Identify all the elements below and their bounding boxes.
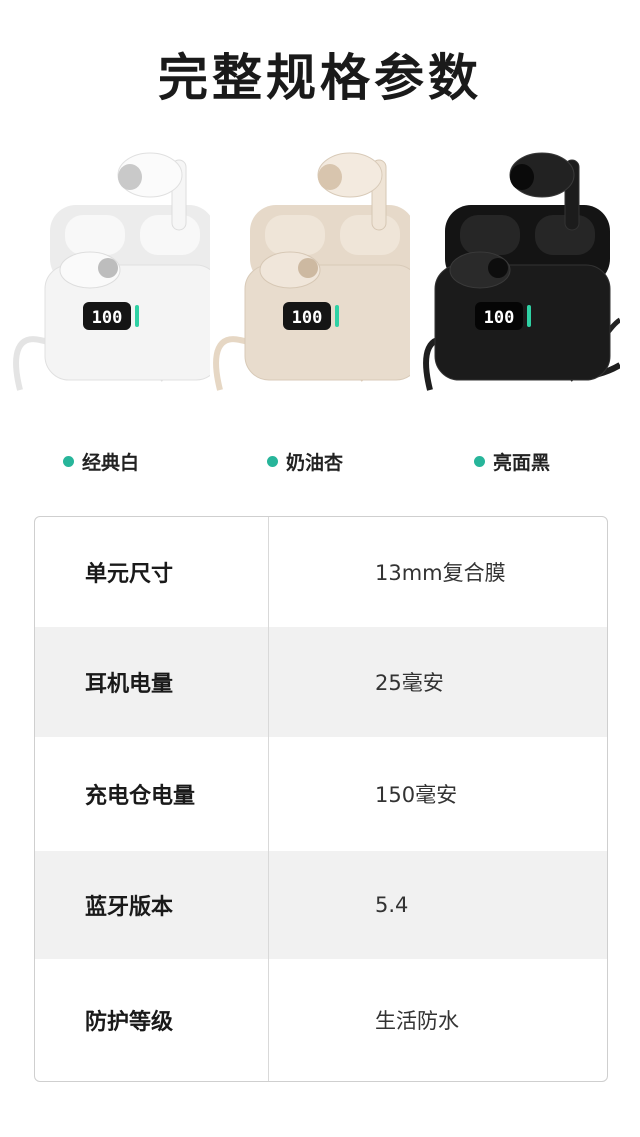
table-row: 耳机电量 25毫安 <box>35 627 607 737</box>
spec-value: 150毫安 <box>375 783 458 807</box>
variant-label-cream: 奶油杏 <box>267 448 343 475</box>
battery-display: 100 <box>92 308 123 328</box>
product-image-cream: 100 <box>210 150 410 420</box>
product-gallery: 100 100 100 <box>0 150 640 420</box>
variant-name: 奶油杏 <box>286 452 344 474</box>
spec-key: 单元尺寸 <box>35 517 269 627</box>
spec-value: 生活防水 <box>375 1009 459 1033</box>
variant-label-white: 经典白 <box>63 448 139 475</box>
spec-table: 单元尺寸 13mm复合膜 耳机电量 25毫安 充电仓电量 150毫安 蓝牙版本 … <box>34 516 608 1082</box>
spec-key: 耳机电量 <box>35 627 269 737</box>
bullet-dot-icon <box>63 456 74 467</box>
spec-key: 防护等级 <box>35 959 269 1081</box>
battery-display: 100 <box>292 308 323 328</box>
bullet-dot-icon <box>474 456 485 467</box>
battery-display: 100 <box>484 308 515 328</box>
spec-value: 5.4 <box>375 893 409 917</box>
color-variant-labels: 经典白 奶油杏 亮面黑 <box>0 448 640 478</box>
bullet-dot-icon <box>267 456 278 467</box>
variant-label-black: 亮面黑 <box>474 448 550 475</box>
variant-name: 亮面黑 <box>493 452 551 474</box>
variant-name: 经典白 <box>82 452 140 474</box>
spec-key: 充电仓电量 <box>35 737 269 851</box>
spec-value: 13mm复合膜 <box>375 561 506 585</box>
table-row: 充电仓电量 150毫安 <box>35 737 607 851</box>
spec-value: 25毫安 <box>375 671 444 695</box>
product-image-white: 100 <box>10 150 210 420</box>
table-row: 防护等级 生活防水 <box>35 959 607 1081</box>
spec-key: 蓝牙版本 <box>35 851 269 959</box>
product-image-black: 100 <box>420 150 620 420</box>
table-row: 单元尺寸 13mm复合膜 <box>35 517 607 627</box>
table-row: 蓝牙版本 5.4 <box>35 851 607 959</box>
page-title: 完整规格参数 <box>158 49 482 107</box>
